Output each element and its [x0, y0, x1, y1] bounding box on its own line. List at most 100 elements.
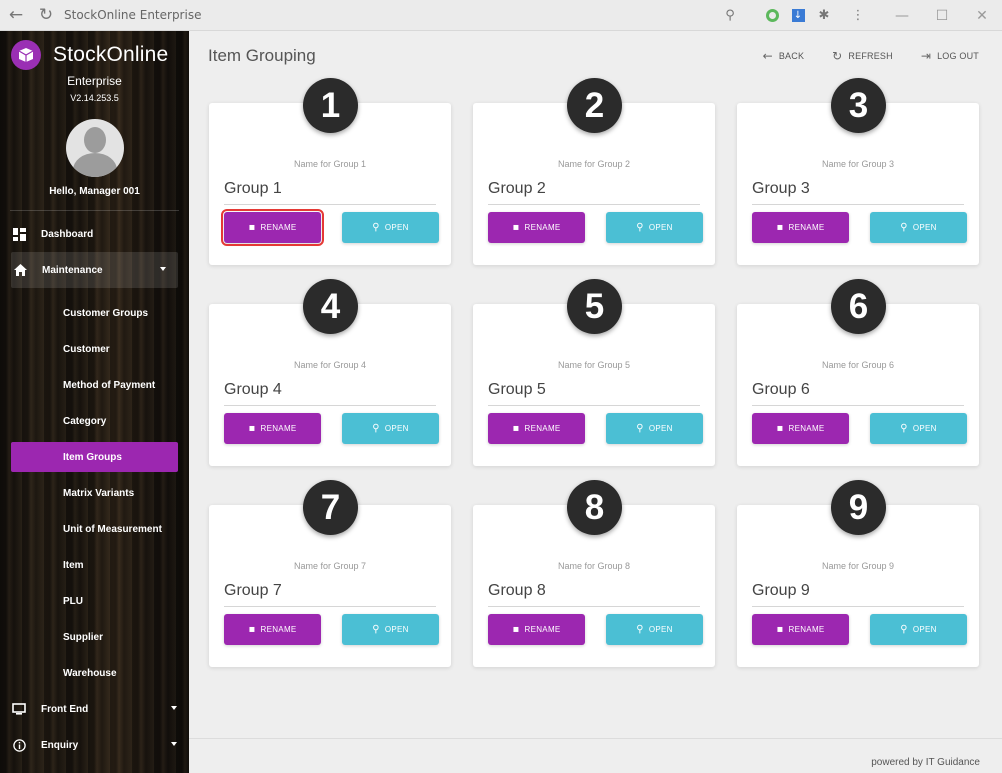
save-icon: ▪ — [248, 222, 256, 233]
menu-dots-icon[interactable]: ⋮ — [848, 6, 868, 26]
group-number-badge: 3 — [831, 78, 886, 133]
minimize-icon[interactable]: — — [882, 8, 922, 24]
sidebar-item-customer[interactable]: Customer — [0, 331, 189, 367]
zoom-icon[interactable]: ⚲ — [720, 6, 740, 26]
group-name-field[interactable]: Group 5 — [488, 381, 546, 399]
save-icon: ▪ — [776, 222, 784, 233]
group-name-field[interactable]: Group 8 — [488, 582, 546, 600]
group-name-field[interactable]: Group 7 — [224, 582, 282, 600]
rename-label: RENAME — [788, 223, 825, 232]
sidebar-item-dashboard[interactable]: Dashboard — [0, 216, 189, 252]
sidebar-item-matrix-variants[interactable]: Matrix Variants — [0, 475, 189, 511]
rename-button[interactable]: ▪ RENAME — [488, 212, 585, 243]
open-label: OPEN — [912, 223, 937, 232]
search-icon: ⚲ — [900, 423, 908, 434]
extension-green-icon[interactable] — [762, 6, 782, 26]
search-icon: ⚲ — [372, 624, 380, 635]
sidebar-item-enquiry[interactable]: Enquiry — [0, 727, 189, 763]
open-label: OPEN — [648, 625, 673, 634]
sidebar-item-category[interactable]: Category — [0, 403, 189, 439]
rename-label: RENAME — [260, 223, 297, 232]
version-label: V2.14.253.5 — [70, 93, 119, 103]
refresh-icon: ↻ — [832, 49, 843, 63]
extensions-puzzle-icon[interactable]: ✱ — [814, 6, 834, 26]
rename-button[interactable]: ▪ RENAME — [752, 413, 849, 444]
save-icon: ▪ — [512, 624, 520, 635]
sidebar-item-maintenance[interactable]: Maintenance — [11, 252, 178, 288]
sidebar-item-customer-groups[interactable]: Customer Groups — [0, 295, 189, 331]
sidebar-item-front-end[interactable]: Front End — [0, 691, 189, 727]
save-icon: ▪ — [776, 624, 784, 635]
back-arrow-icon[interactable]: ← — [6, 5, 26, 25]
rename-label: RENAME — [524, 424, 561, 433]
download-icon[interactable]: ↓ — [788, 6, 808, 26]
logout-button[interactable]: ⇥ LOG OUT — [921, 49, 979, 63]
close-icon[interactable]: ✕ — [962, 8, 1002, 24]
sidebar-item-label: Enquiry — [41, 739, 79, 751]
sidebar-item-plu[interactable]: PLU — [0, 583, 189, 619]
rename-button[interactable]: ▪ RENAME — [221, 209, 324, 246]
save-icon: ▪ — [776, 423, 784, 434]
open-button[interactable]: ⚲ OPEN — [342, 413, 439, 444]
open-button[interactable]: ⚲ OPEN — [606, 212, 703, 243]
avatar[interactable] — [65, 119, 124, 177]
group-name-label: Name for Group 9 — [821, 561, 895, 571]
home-icon — [13, 263, 27, 277]
field-underline — [752, 606, 964, 607]
field-underline — [488, 606, 700, 607]
group-name-field[interactable]: Group 2 — [488, 180, 546, 198]
info-icon — [12, 738, 26, 752]
search-icon: ⚲ — [372, 423, 380, 434]
group-number-badge: 2 — [567, 78, 622, 133]
sidebar-item-item[interactable]: Item — [0, 547, 189, 583]
group-name-field[interactable]: Group 1 — [224, 180, 282, 198]
open-label: OPEN — [912, 424, 937, 433]
field-underline — [224, 606, 436, 607]
reload-icon[interactable]: ↻ — [36, 5, 56, 25]
sidebar-item-item-groups[interactable]: Item Groups — [11, 442, 178, 472]
sidebar-item-method-of-payment[interactable]: Method of Payment — [0, 367, 189, 403]
logout-icon: ⇥ — [920, 49, 932, 63]
group-name-field[interactable]: Group 6 — [752, 381, 810, 399]
search-icon: ⚲ — [636, 423, 644, 434]
group-card-1: 1 Name for Group 1 Group 1 ▪ RENAME ⚲ OPEN — [209, 78, 451, 265]
refresh-button[interactable]: ↻ REFRESH — [832, 49, 893, 63]
group-number-badge: 5 — [567, 279, 622, 334]
rename-button[interactable]: ▪ RENAME — [752, 614, 849, 645]
maximize-icon[interactable]: ☐ — [922, 8, 962, 24]
search-icon: ⚲ — [636, 222, 644, 233]
rename-button[interactable]: ▪ RENAME — [224, 614, 321, 645]
user-greeting: Hello, Manager 001 — [49, 186, 140, 197]
search-icon: ⚲ — [636, 624, 644, 635]
rename-button[interactable]: ▪ RENAME — [488, 413, 585, 444]
rename-button[interactable]: ▪ RENAME — [752, 212, 849, 243]
group-number-badge: 8 — [567, 480, 622, 535]
group-card-6: 6 Name for Group 6 Group 6 ▪ RENAME ⚲ OPEN — [737, 279, 979, 466]
rename-button[interactable]: ▪ RENAME — [488, 614, 585, 645]
group-name-field[interactable]: Group 3 — [752, 180, 810, 198]
sidebar-item-warehouse[interactable]: Warehouse — [0, 655, 189, 691]
group-name-field[interactable]: Group 4 — [224, 381, 282, 399]
open-label: OPEN — [912, 625, 937, 634]
group-card-3: 3 Name for Group 3 Group 3 ▪ RENAME ⚲ OPEN — [737, 78, 979, 265]
brand: StockOnline — [0, 31, 189, 70]
open-button[interactable]: ⚲ OPEN — [606, 413, 703, 444]
group-name-label: Name for Group 5 — [557, 360, 631, 370]
chevron-down-icon — [171, 706, 177, 710]
open-button[interactable]: ⚲ OPEN — [870, 413, 967, 444]
open-button[interactable]: ⚲ OPEN — [342, 212, 439, 243]
group-number-badge: 6 — [831, 279, 886, 334]
rename-button[interactable]: ▪ RENAME — [224, 413, 321, 444]
window-title: StockOnline Enterprise — [64, 8, 202, 22]
group-name-field[interactable]: Group 9 — [752, 582, 810, 600]
sidebar-item-supplier[interactable]: Supplier — [0, 619, 189, 655]
logout-label: LOG OUT — [937, 51, 979, 61]
open-button[interactable]: ⚲ OPEN — [342, 614, 439, 645]
field-underline — [752, 204, 964, 205]
open-button[interactable]: ⚲ OPEN — [870, 614, 967, 645]
open-button[interactable]: ⚲ OPEN — [870, 212, 967, 243]
back-button[interactable]: ← BACK — [763, 49, 805, 63]
sidebar-item-unit-of-measurement[interactable]: Unit of Measurement — [0, 511, 189, 547]
open-button[interactable]: ⚲ OPEN — [606, 614, 703, 645]
group-name-label: Name for Group 4 — [293, 360, 367, 370]
